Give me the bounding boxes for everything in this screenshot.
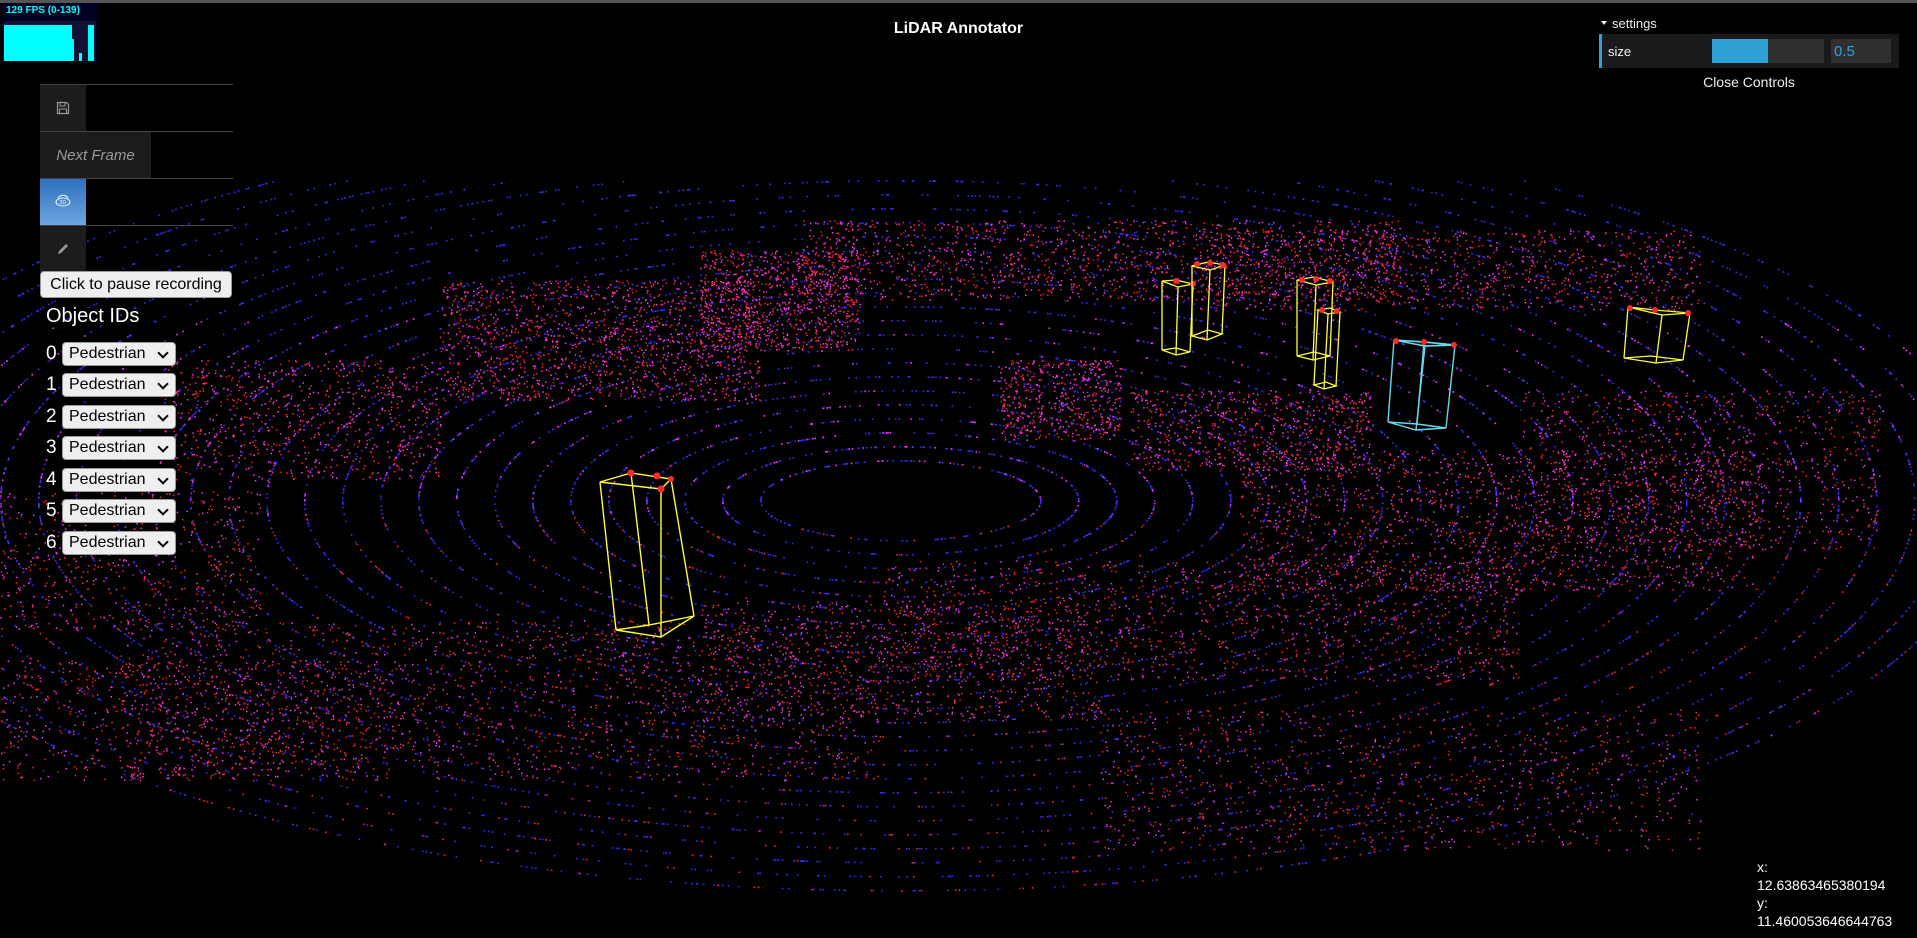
size-control-row: size 0.5 [1599, 34, 1899, 68]
object-class-select[interactable]: Pedestrian [62, 342, 176, 366]
pause-recording-button[interactable]: Click to pause recording [40, 271, 232, 298]
point-cloud [0, 180, 1917, 892]
object-id: 5 [46, 500, 62, 522]
object-class-select[interactable]: Pedestrian [62, 468, 176, 492]
floppy-disk-icon [56, 101, 70, 115]
object-class-value: Pedestrian [69, 439, 146, 457]
fps-readout: 129 FPS (0-139) [6, 5, 80, 16]
object-id: 6 [46, 532, 62, 554]
annotation-toolbar: Next Frame 3D [40, 84, 233, 272]
object-row: 1 Pedestrian [46, 370, 176, 402]
object-class-select[interactable]: Pedestrian [62, 405, 176, 429]
object-row: 0 Pedestrian [46, 338, 176, 370]
chevron-down-icon [157, 473, 168, 484]
chevron-down-icon [157, 347, 168, 358]
toolbar-row-edit [40, 225, 233, 272]
object-class-value: Pedestrian [69, 408, 146, 426]
toolbar-row-next: Next Frame [40, 131, 233, 178]
settings-panel: settings size 0.5 Close Controls [1599, 12, 1899, 92]
object-class-value: Pedestrian [69, 345, 146, 363]
object-class-select[interactable]: Pedestrian [62, 531, 176, 555]
object-class-select[interactable]: Pedestrian [62, 436, 176, 460]
chevron-down-icon [157, 410, 168, 421]
bounding-box[interactable] [1314, 307, 1340, 389]
chevron-down-icon [157, 505, 168, 516]
object-id-list: 0 Pedestrian 1 Pedestrian 2 Pedestrian 3… [46, 338, 176, 559]
3d-rotate-icon: 3D [54, 193, 72, 211]
object-class-select[interactable]: Pedestrian [62, 499, 176, 523]
object-id: 2 [46, 406, 62, 428]
cursor-y-value: 11.460053646644763 [1757, 912, 1892, 930]
bounding-box-selected[interactable] [1388, 338, 1457, 430]
object-row: 3 Pedestrian [46, 433, 176, 465]
save-button[interactable] [40, 85, 86, 131]
settings-folder-label: settings [1612, 16, 1657, 31]
object-id: 4 [46, 469, 62, 491]
bounding-box[interactable] [600, 470, 694, 638]
draw-box-button[interactable] [40, 226, 86, 272]
settings-folder-toggle[interactable]: settings [1599, 12, 1899, 34]
cursor-x-value: 12.63863465380194 [1757, 876, 1892, 894]
bounding-box[interactable] [1624, 305, 1691, 363]
object-class-value: Pedestrian [69, 471, 146, 489]
object-id: 0 [46, 343, 62, 365]
toolbar-row-view: 3D [40, 178, 233, 225]
toolbar-row-save [40, 84, 233, 131]
object-id: 3 [46, 437, 62, 459]
cursor-coordinates: x: 12.63863465380194 y: 11.4600536466447… [1757, 858, 1892, 930]
size-label: size [1608, 44, 1712, 59]
3d-view-toggle[interactable]: 3D [40, 179, 86, 225]
object-row: 6 Pedestrian [46, 527, 176, 559]
pencil-icon [56, 242, 70, 256]
object-row: 2 Pedestrian [46, 401, 176, 433]
object-row: 5 Pedestrian [46, 496, 176, 528]
cursor-x-label: x: [1757, 858, 1892, 876]
close-controls-button[interactable]: Close Controls [1599, 72, 1899, 92]
chevron-down-icon [157, 536, 168, 547]
object-row: 4 Pedestrian [46, 464, 176, 496]
cursor-y-label: y: [1757, 894, 1892, 912]
point-cloud-viewport[interactable] [0, 0, 1917, 938]
caret-down-icon [1601, 21, 1607, 25]
object-ids-heading: Object IDs [46, 305, 139, 328]
object-id: 1 [46, 374, 62, 396]
object-class-value: Pedestrian [69, 376, 146, 394]
object-class-select[interactable]: Pedestrian [62, 373, 176, 397]
object-class-value: Pedestrian [69, 502, 146, 520]
object-class-value: Pedestrian [69, 534, 146, 552]
next-frame-button[interactable]: Next Frame [40, 132, 151, 178]
size-number-input[interactable]: 0.5 [1831, 39, 1891, 63]
size-slider[interactable] [1712, 39, 1824, 63]
chevron-down-icon [157, 379, 168, 390]
chevron-down-icon [157, 442, 168, 453]
size-slider-fill [1712, 39, 1768, 63]
